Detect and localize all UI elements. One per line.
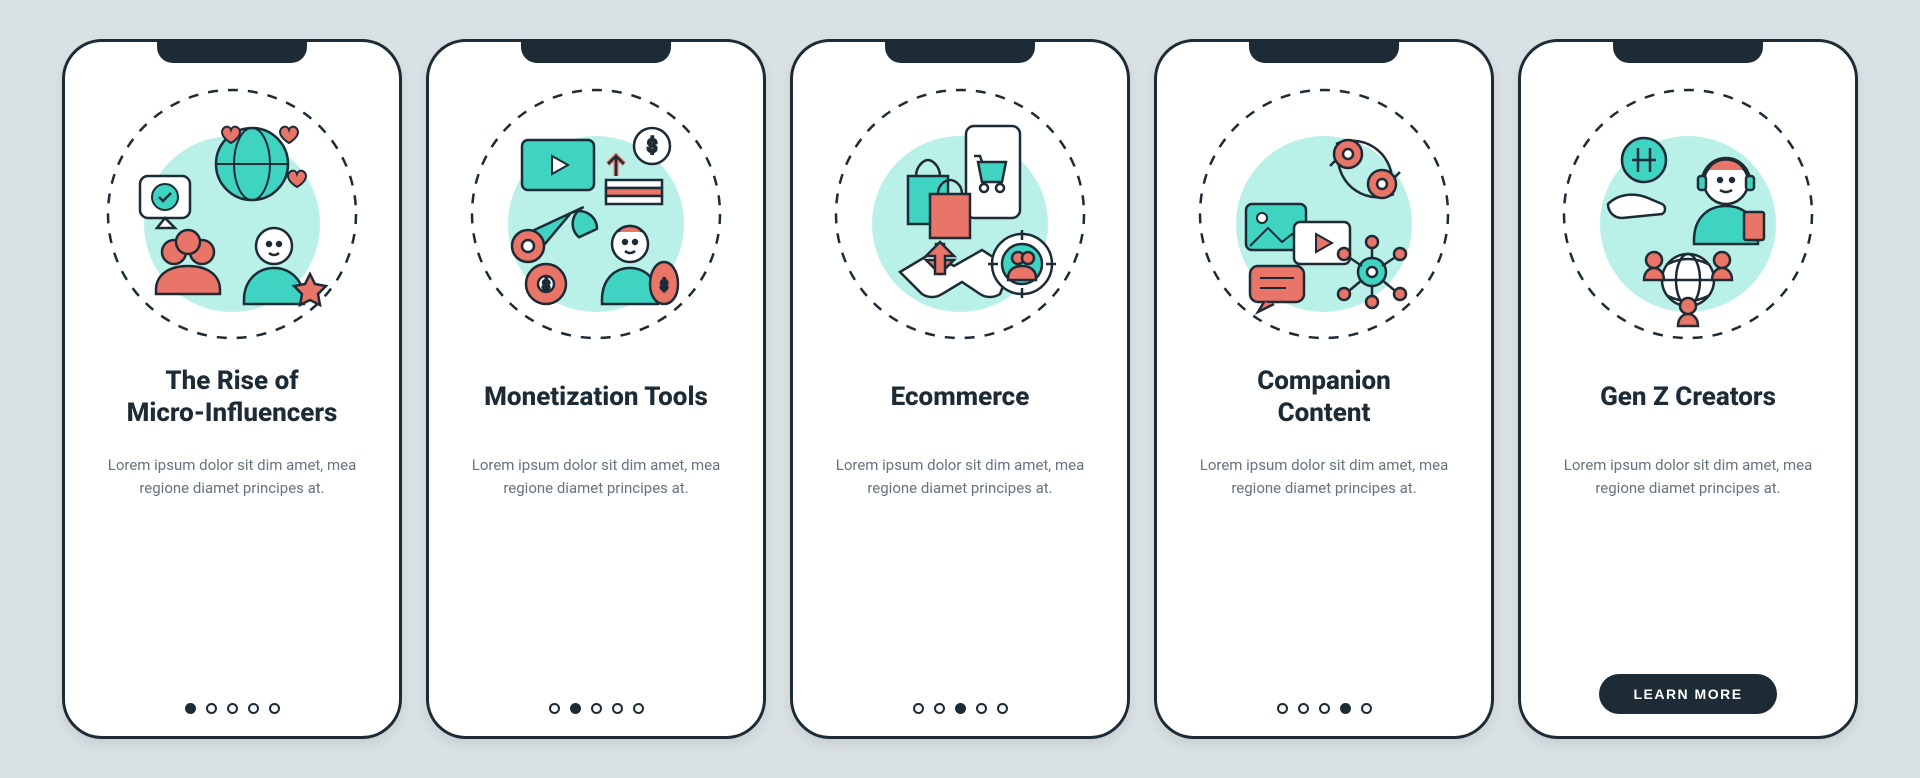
dot-3[interactable] [612,703,623,714]
pagination-dots [549,703,644,714]
monetization-tools-icon: $ $ $ [466,84,726,344]
phone-notch [885,39,1035,63]
dot-0[interactable] [913,703,924,714]
pagination-dots [185,703,280,714]
dot-1[interactable] [934,703,945,714]
dot-4[interactable] [269,703,280,714]
onboarding-phone-3: Companion Content Lorem ipsum dolor sit … [1154,39,1494,739]
slide-desc: Lorem ipsum dolor sit dim amet, mea regi… [453,454,739,501]
dot-3[interactable] [1340,703,1351,714]
onboarding-phone-2: Ecommerce Lorem ipsum dolor sit dim amet… [790,39,1130,739]
phone-notch [1613,39,1763,63]
dot-0[interactable] [549,703,560,714]
dot-0[interactable] [1277,703,1288,714]
slide-title: Companion Content [1257,362,1391,432]
phone-notch [521,39,671,63]
dot-3[interactable] [976,703,987,714]
dot-1[interactable] [206,703,217,714]
gen-z-creators-icon [1558,84,1818,344]
dot-1[interactable] [570,703,581,714]
slide-desc: Lorem ipsum dolor sit dim amet, mea regi… [89,454,375,501]
learn-more-button[interactable]: LEARN MORE [1599,674,1776,714]
dot-2[interactable] [227,703,238,714]
dot-4[interactable] [1361,703,1372,714]
dot-4[interactable] [997,703,1008,714]
pagination-dots [913,703,1008,714]
dot-2[interactable] [591,703,602,714]
slide-title: Ecommerce [891,362,1030,432]
dot-2[interactable] [1319,703,1330,714]
slide-desc: Lorem ipsum dolor sit dim amet, mea regi… [817,454,1103,501]
svg-text:$: $ [542,277,550,294]
onboarding-phone-1: $ $ $ [426,39,766,739]
slide-title: Gen Z Creators [1600,362,1776,432]
dot-0[interactable] [185,703,196,714]
svg-text:$: $ [660,277,668,294]
slide-title: The Rise of Micro-Influencers [127,362,338,432]
slide-desc: Lorem ipsum dolor sit dim amet, mea regi… [1545,454,1831,501]
slide-title: Monetization Tools [484,362,708,432]
dot-2[interactable] [955,703,966,714]
dot-1[interactable] [1298,703,1309,714]
dot-3[interactable] [248,703,259,714]
micro-influencers-icon [102,84,362,344]
onboarding-phone-4: Gen Z Creators Lorem ipsum dolor sit dim… [1518,39,1858,739]
slide-desc: Lorem ipsum dolor sit dim amet, mea regi… [1181,454,1467,501]
svg-text:$: $ [647,136,657,157]
pagination-dots [1277,703,1372,714]
phone-notch [1249,39,1399,63]
companion-content-icon [1194,84,1454,344]
phone-notch [157,39,307,63]
ecommerce-icon [830,84,1090,344]
dot-4[interactable] [633,703,644,714]
onboarding-phone-0: The Rise of Micro-Influencers Lorem ipsu… [62,39,402,739]
